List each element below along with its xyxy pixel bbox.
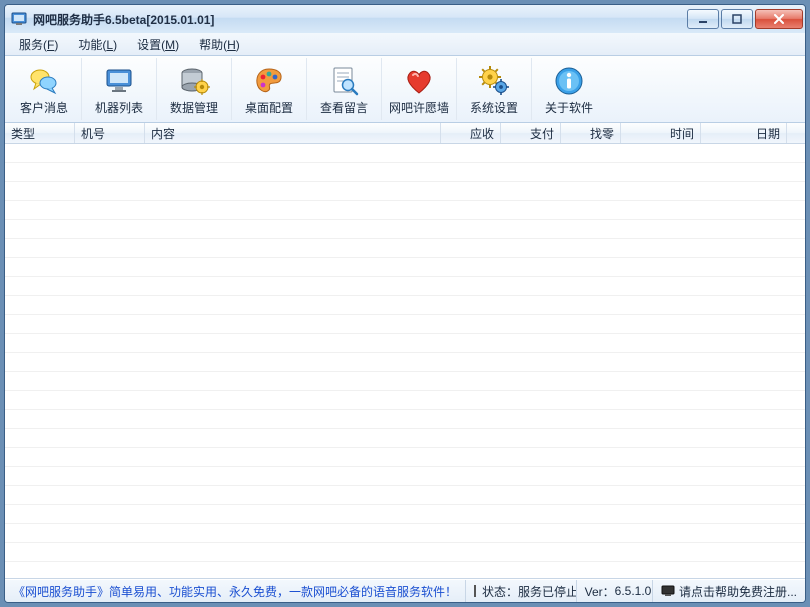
tool-info[interactable]: 关于软件: [532, 58, 606, 120]
close-icon: [773, 14, 785, 24]
column-header-7[interactable]: 日期: [701, 123, 787, 143]
status-led-icon: [474, 585, 476, 597]
tool-chat[interactable]: 客户消息: [7, 58, 82, 120]
status-state-label: 状态：: [482, 583, 518, 600]
tool-database[interactable]: 数据管理: [157, 58, 232, 120]
app-window: 网吧服务助手6.5beta[2015.01.01] 服务(F)功能(L)设置(M…: [4, 4, 806, 603]
statusbar: 《网吧服务助手》简单易用、功能实用、永久免费，一款网吧必备的语音服务软件！ 状态…: [5, 579, 805, 602]
menu-2[interactable]: 设置(M): [127, 34, 189, 55]
status-version-value: 6.5.1.0: [615, 584, 652, 598]
menu-3[interactable]: 帮助(H): [189, 34, 250, 55]
column-header-1[interactable]: 机号: [75, 123, 145, 143]
table-row: [5, 315, 805, 334]
menu-accel: F: [47, 38, 54, 52]
table-row: [5, 562, 805, 578]
table-row: [5, 239, 805, 258]
status-slogan: 《网吧服务助手》简单易用、功能实用、永久免费，一款网吧必备的语音服务软件！: [5, 580, 466, 602]
tool-monitor[interactable]: 机器列表: [82, 58, 157, 120]
tool-label: 查看留言: [320, 99, 368, 116]
grid-body: [5, 144, 805, 578]
table-row: [5, 201, 805, 220]
menu-1[interactable]: 功能(L): [68, 34, 127, 55]
column-header-6[interactable]: 时间: [621, 123, 701, 143]
table-row: [5, 220, 805, 239]
palette-icon: [253, 65, 285, 97]
tool-gears[interactable]: 系统设置: [457, 58, 532, 120]
tool-palette[interactable]: 桌面配置: [232, 58, 307, 120]
status-register[interactable]: 请点击帮助免费注册...: [653, 580, 805, 602]
grid-header: 类型机号内容应收支付找零时间日期: [5, 123, 805, 144]
status-version: Ver： 6.5.1.0: [577, 580, 653, 602]
tool-label: 桌面配置: [245, 99, 293, 116]
table-row: [5, 144, 805, 163]
menu-label: 功能: [78, 38, 102, 52]
database-icon: [178, 65, 210, 97]
close-button[interactable]: [755, 9, 803, 29]
menubar: 服务(F)功能(L)设置(M)帮助(H): [5, 33, 805, 56]
column-header-4[interactable]: 支付: [501, 123, 561, 143]
table-row: [5, 486, 805, 505]
status-register-text: 请点击帮助免费注册...: [679, 583, 797, 600]
menu-label: 设置: [137, 38, 161, 52]
info-icon: [553, 65, 585, 97]
table-row: [5, 258, 805, 277]
tool-label: 客户消息: [20, 99, 68, 116]
menu-label: 帮助: [199, 38, 223, 52]
window-title: 网吧服务助手6.5beta[2015.01.01]: [33, 11, 687, 28]
tool-label: 数据管理: [170, 99, 218, 116]
menu-label: 服务: [19, 38, 43, 52]
table-row: [5, 505, 805, 524]
table-row: [5, 163, 805, 182]
table-row: [5, 334, 805, 353]
column-header-3[interactable]: 应收: [441, 123, 501, 143]
menu-0[interactable]: 服务(F): [9, 34, 68, 55]
status-state-value: 服务已停止...: [518, 583, 577, 600]
table-row: [5, 543, 805, 562]
table-row: [5, 277, 805, 296]
tool-label: 系统设置: [470, 99, 518, 116]
table-row: [5, 391, 805, 410]
monitor-icon: [661, 584, 675, 598]
maximize-icon: [732, 14, 742, 24]
table-row: [5, 448, 805, 467]
gears-icon: [478, 65, 510, 97]
menu-accel: H: [227, 38, 236, 52]
doc-search-icon: [328, 65, 360, 97]
table-row: [5, 182, 805, 201]
table-row: [5, 467, 805, 486]
table-row: [5, 353, 805, 372]
tool-doc-search[interactable]: 查看留言: [307, 58, 382, 120]
app-icon: [11, 11, 27, 27]
column-header-0[interactable]: 类型: [5, 123, 75, 143]
chat-icon: [28, 65, 60, 97]
status-state: 状态： 服务已停止...: [466, 580, 577, 602]
status-version-label: Ver：: [585, 583, 615, 600]
data-grid: 类型机号内容应收支付找零时间日期: [5, 123, 805, 579]
toolbar: 客户消息 机器列表 数据管理 桌面配置 查看留言 网吧许愿墙 系统设置 关于软件: [5, 56, 805, 123]
tool-label: 网吧许愿墙: [389, 99, 449, 116]
table-row: [5, 524, 805, 543]
tool-label: 机器列表: [95, 99, 143, 116]
titlebar: 网吧服务助手6.5beta[2015.01.01]: [5, 5, 805, 33]
tool-heart[interactable]: 网吧许愿墙: [382, 58, 457, 120]
tool-label: 关于软件: [545, 99, 593, 116]
table-row: [5, 296, 805, 315]
minimize-icon: [698, 14, 708, 24]
table-row: [5, 429, 805, 448]
table-row: [5, 410, 805, 429]
menu-accel: L: [106, 38, 113, 52]
minimize-button[interactable]: [687, 9, 719, 29]
monitor-icon: [103, 65, 135, 97]
heart-icon: [403, 65, 435, 97]
maximize-button[interactable]: [721, 9, 753, 29]
menu-accel: M: [165, 38, 175, 52]
column-header-2[interactable]: 内容: [145, 123, 441, 143]
table-row: [5, 372, 805, 391]
column-header-5[interactable]: 找零: [561, 123, 621, 143]
